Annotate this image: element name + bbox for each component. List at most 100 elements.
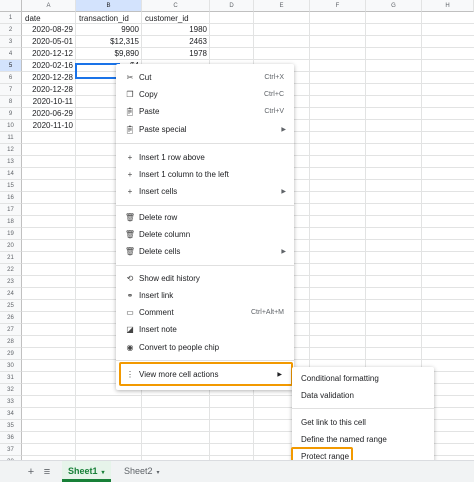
menu-item-delete-cells[interactable]: 🗑︎ Delete cells ▶ — [116, 244, 294, 260]
row-header[interactable]: 17 — [0, 204, 22, 216]
copy-icon: ❐ — [126, 90, 134, 99]
all-sheets-menu-button[interactable]: ≡ — [40, 464, 54, 480]
row-header[interactable]: 11 — [0, 132, 22, 144]
row-header[interactable]: 34 — [0, 408, 22, 420]
submenu-item-define-named-range[interactable]: Define the named range — [292, 432, 434, 448]
row-header[interactable]: 14 — [0, 168, 22, 180]
data-cell-a[interactable]: 2020-12-12 — [22, 48, 76, 60]
data-cell-a[interactable]: 2020-06-29 — [22, 108, 76, 120]
column-header-c[interactable]: C — [142, 0, 210, 12]
column-header-f[interactable]: F — [310, 0, 366, 12]
row-header[interactable]: 32 — [0, 384, 22, 396]
row-header[interactable]: 21 — [0, 252, 22, 264]
row-header[interactable]: 37 — [0, 444, 22, 456]
row-header[interactable]: 25 — [0, 300, 22, 312]
data-cell-a[interactable]: 2020-12-28 — [22, 72, 76, 84]
menu-separator — [116, 143, 294, 144]
tab-sheet1[interactable]: Sheet1 ▾ — [62, 461, 111, 482]
row-header[interactable]: 1 — [0, 12, 22, 24]
data-cell-a[interactable]: 2020-11-10 — [22, 120, 76, 132]
row-header[interactable]: 19 — [0, 228, 22, 240]
tab-sheet2[interactable]: Sheet2 ▾ — [118, 461, 166, 482]
menu-item-comment[interactable]: ▭ Comment Ctrl+Alt+M — [116, 305, 294, 321]
row-header[interactable]: 33 — [0, 396, 22, 408]
data-cell-b[interactable]: 9900 — [76, 24, 142, 36]
plus-icon: + — [127, 170, 133, 179]
row-header[interactable]: 20 — [0, 240, 22, 252]
row-header[interactable]: 16 — [0, 192, 22, 204]
comment-icon: ▭ — [126, 308, 134, 317]
data-cell-b[interactable]: $12,315 — [76, 36, 142, 48]
submenu-item-data-validation[interactable]: Data validation — [292, 388, 434, 404]
row-header[interactable]: 6 — [0, 72, 22, 84]
row-header[interactable]: 30 — [0, 360, 22, 372]
clipboard-icon: 📋︎ — [124, 125, 136, 134]
row-header[interactable]: 12 — [0, 144, 22, 156]
menu-separator — [116, 265, 294, 266]
row-header[interactable]: 31 — [0, 372, 22, 384]
menu-item-paste[interactable]: 📋︎ Paste Ctrl+V — [116, 104, 294, 120]
column-header-e[interactable]: E — [254, 0, 310, 12]
row-header[interactable]: 26 — [0, 312, 22, 324]
row-header[interactable]: 5 — [0, 60, 22, 72]
plus-icon: + — [127, 187, 133, 196]
menu-item-show-edit-history[interactable]: ⟲ Show edit history — [116, 271, 294, 287]
data-cell-a[interactable]: 2020-12-28 — [22, 84, 76, 96]
data-cell-b[interactable]: $9,890 — [76, 48, 142, 60]
data-cell-c[interactable]: 2463 — [142, 36, 210, 48]
data-cell-a[interactable]: 2020-02-16 — [22, 60, 76, 72]
submenu-arrow-icon: ▶ — [281, 249, 286, 255]
chevron-down-icon: ▾ — [156, 470, 160, 476]
menu-item-insert-column-left[interactable]: + Insert 1 column to the left — [116, 167, 294, 183]
row-header[interactable]: 9 — [0, 108, 22, 120]
clipboard-icon: 📋︎ — [124, 107, 136, 116]
row-header[interactable]: 35 — [0, 420, 22, 432]
menu-item-copy[interactable]: ❐ Copy Ctrl+C — [116, 87, 294, 103]
data-cell-c[interactable]: 1978 — [142, 48, 210, 60]
submenu-arrow-icon: ▶ — [281, 127, 286, 133]
row-header[interactable]: 13 — [0, 156, 22, 168]
column-header-h[interactable]: H — [422, 0, 474, 12]
menu-item-delete-column[interactable]: 🗑︎ Delete column — [116, 227, 294, 243]
data-cell-c[interactable]: 1980 — [142, 24, 210, 36]
person-chip-icon: ◉ — [126, 343, 134, 352]
data-cell-a[interactable]: 2020-10-11 — [22, 96, 76, 108]
row-header[interactable]: 36 — [0, 432, 22, 444]
column-header-a[interactable]: A — [22, 0, 76, 12]
row-header[interactable]: 15 — [0, 180, 22, 192]
menu-item-insert-cells[interactable]: + Insert cells ▶ — [116, 184, 294, 200]
data-cell-a[interactable]: 2020-08-29 — [22, 24, 76, 36]
view-more-actions-highlight — [119, 362, 293, 386]
menu-item-insert-link[interactable]: ⚭ Insert link — [116, 288, 294, 304]
row-header[interactable]: 8 — [0, 96, 22, 108]
column-header-d[interactable]: D — [210, 0, 254, 12]
menu-item-insert-row-above[interactable]: + Insert 1 row above — [116, 150, 294, 166]
menu-item-insert-note[interactable]: ◪ Insert note — [116, 322, 294, 338]
column-header-b[interactable]: B — [76, 0, 142, 12]
row-header[interactable]: 18 — [0, 216, 22, 228]
row-header[interactable]: 24 — [0, 288, 22, 300]
add-sheet-button[interactable]: + — [24, 464, 38, 480]
plus-icon: + — [127, 153, 133, 162]
row-header[interactable]: 3 — [0, 36, 22, 48]
row-header[interactable]: 28 — [0, 336, 22, 348]
row-header[interactable]: 27 — [0, 324, 22, 336]
row-header[interactable]: 4 — [0, 48, 22, 60]
row-header[interactable]: 29 — [0, 348, 22, 360]
row-header[interactable]: 23 — [0, 276, 22, 288]
menu-item-delete-row[interactable]: 🗑︎ Delete row — [116, 210, 294, 226]
menu-item-cut[interactable]: ✂ Cut Ctrl+X — [116, 70, 294, 86]
column-header-g[interactable]: G — [366, 0, 422, 12]
note-icon: ◪ — [126, 325, 134, 334]
menu-item-convert-people-chip[interactable]: ◉ Convert to people chip — [116, 340, 294, 356]
row-header[interactable]: 2 — [0, 24, 22, 36]
data-cell-a[interactable]: 2020-05-01 — [22, 36, 76, 48]
row-header[interactable]: 22 — [0, 264, 22, 276]
submenu-item-conditional-formatting[interactable]: Conditional formatting — [292, 371, 434, 387]
row-header[interactable]: 10 — [0, 120, 22, 132]
submenu-item-get-link[interactable]: Get link to this cell — [292, 415, 434, 431]
row-header[interactable]: 7 — [0, 84, 22, 96]
select-all-corner[interactable] — [0, 0, 22, 12]
menu-separator — [116, 205, 294, 206]
menu-item-paste-special[interactable]: 📋︎ Paste special ▶ — [116, 122, 294, 138]
